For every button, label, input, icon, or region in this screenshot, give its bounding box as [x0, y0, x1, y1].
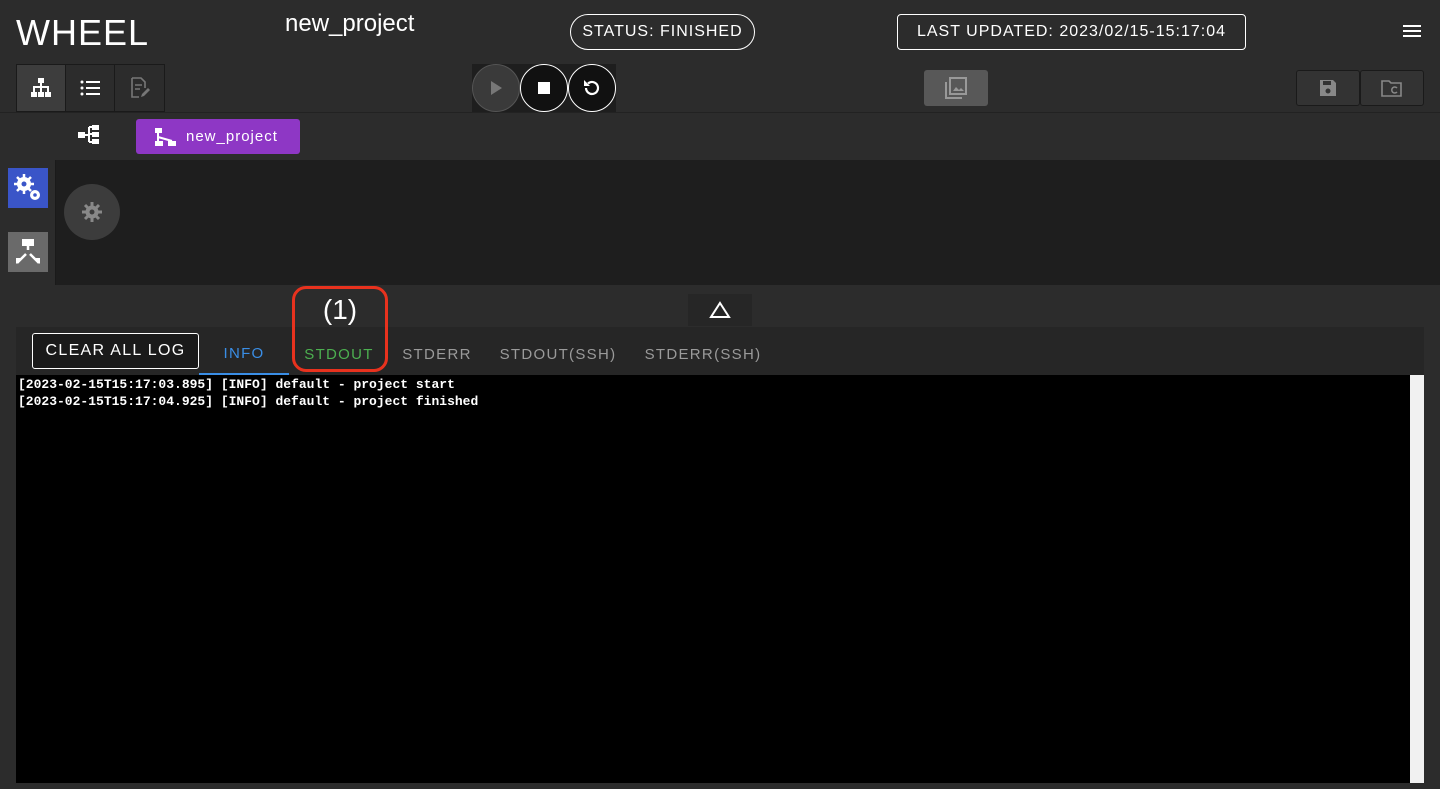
reload-icon — [584, 80, 600, 96]
run-button[interactable] — [472, 64, 520, 112]
revert-button[interactable] — [1360, 70, 1424, 106]
stop-button[interactable] — [520, 64, 568, 112]
list-icon — [80, 80, 100, 96]
play-icon — [491, 81, 502, 95]
log-collapse-toggle[interactable] — [688, 294, 752, 326]
list-view-button[interactable] — [66, 65, 115, 111]
log-line: [2023-02-15T15:17:04.925] [INFO] default… — [18, 394, 479, 409]
gear-icon — [82, 202, 102, 222]
triangle-up-icon — [709, 301, 731, 318]
reload-button[interactable] — [568, 64, 616, 112]
breadcrumb-label: new_project — [186, 128, 278, 145]
stop-icon — [538, 82, 550, 94]
settings-button[interactable] — [64, 184, 120, 240]
view-toggle-group — [16, 64, 165, 112]
breadcrumb[interactable]: new_project — [136, 119, 300, 154]
component-tree-icon[interactable] — [78, 124, 100, 146]
save-button[interactable] — [1296, 70, 1360, 106]
workflow-tree-icon — [31, 78, 51, 97]
edit-document-icon — [130, 77, 150, 98]
ssh-transfer-icon — [16, 239, 40, 264]
tab-info[interactable]: INFO — [199, 333, 289, 375]
workflow-view-button[interactable] — [17, 65, 66, 111]
workflow-canvas[interactable] — [56, 160, 1440, 285]
ssh-transfer-button[interactable] — [8, 232, 48, 272]
log-scrollbar[interactable] — [1410, 375, 1424, 783]
last-updated-badge: LAST UPDATED: 2023/02/15-15:17:04 — [897, 14, 1246, 50]
log-output: [2023-02-15T15:17:03.895] [INFO] default… — [16, 375, 1410, 783]
app-title: WHEEL — [16, 12, 150, 53]
edit-view-button[interactable] — [115, 65, 164, 111]
hamburger-menu-icon[interactable] — [1400, 22, 1424, 42]
graph-view-button[interactable] — [924, 70, 988, 106]
folder-revert-icon — [1381, 80, 1402, 97]
tab-stderr-ssh[interactable]: STDERR(SSH) — [636, 333, 770, 375]
component-palette-button[interactable] — [8, 168, 48, 208]
annotation-label: (1) — [322, 294, 358, 325]
status-badge: STATUS: FINISHED — [570, 14, 755, 50]
tab-stdout-ssh[interactable]: STDOUT(SSH) — [490, 333, 626, 375]
log-line: [2023-02-15T15:17:03.895] [INFO] default… — [18, 377, 455, 392]
workflow-icon — [155, 127, 176, 146]
project-name: new_project — [285, 10, 415, 37]
save-icon — [1320, 80, 1336, 96]
image-gallery-icon — [945, 77, 967, 99]
tab-stderr[interactable]: STDERR — [390, 333, 484, 375]
clear-all-log-button[interactable]: CLEAR ALL LOG — [32, 333, 199, 369]
gears-icon — [14, 174, 40, 200]
